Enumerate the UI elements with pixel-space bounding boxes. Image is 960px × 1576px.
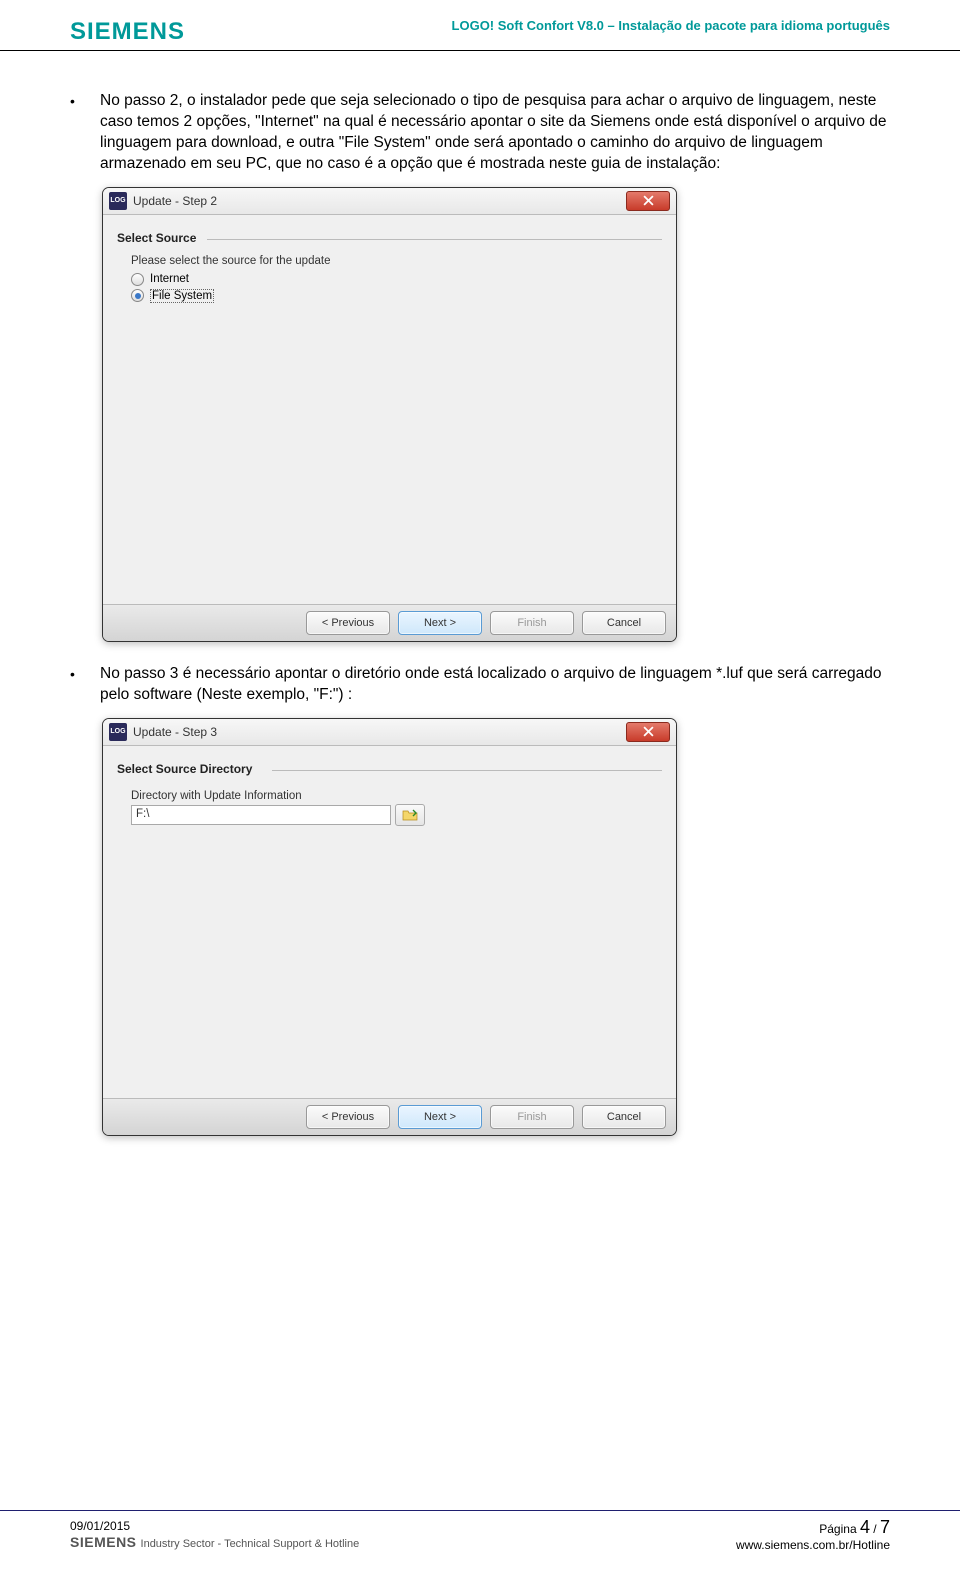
footer-division: Industry Sector - Technical Support & Ho… [141,1538,360,1550]
titlebar: LOG Update - Step 2 [103,188,676,215]
instruction-text: Please select the source for the update [131,255,662,267]
cancel-button[interactable]: Cancel [582,1105,666,1129]
radio-icon [131,273,144,286]
finish-button[interactable]: Finish [490,611,574,635]
close-button[interactable] [626,191,670,211]
close-icon [643,726,654,737]
dialog-body: Select Source Directory Directory with U… [103,746,676,1098]
button-bar: < Previous Next > Finish Cancel [103,1098,676,1135]
dialog-body: Select Source Please select the source f… [103,215,676,604]
paragraph-1: No passo 2, o instalador pede que seja s… [100,91,890,175]
select-dir-group: Select Source Directory Directory with U… [117,762,662,826]
radio-filesystem-label: File System [150,289,214,303]
directory-input[interactable]: F:\ [131,805,391,825]
radio-filesystem[interactable]: File System [131,289,662,303]
titlebar: LOG Update - Step 3 [103,719,676,746]
update-step2-dialog: LOG Update - Step 2 Select Source Please… [102,187,677,642]
paragraph-2: No passo 3 é necessário apontar o diretó… [100,664,890,706]
group-title: Select Source Directory [117,762,252,776]
group-title: Select Source [117,231,196,245]
button-bar: < Previous Next > Finish Cancel [103,604,676,641]
app-icon: LOG [109,192,127,210]
close-icon [643,195,654,206]
previous-button[interactable]: < Previous [306,611,390,635]
bullet-dot: • [70,664,100,706]
next-button[interactable]: Next > [398,1105,482,1129]
page-header: SIEMENS LOGO! Soft Confort V8.0 – Instal… [0,0,960,51]
dialog-title: Update - Step 3 [133,725,217,739]
update-step3-dialog: LOG Update - Step 3 Select Source Direct… [102,718,677,1136]
radio-internet[interactable]: Internet [131,273,662,286]
bullet-item: • No passo 3 é necessário apontar o dire… [70,664,890,706]
select-source-group: Select Source Please select the source f… [117,231,662,303]
radio-icon [131,289,144,302]
browse-button[interactable] [395,804,425,826]
footer-url: www.siemens.com.br/Hotline [736,1538,890,1552]
radio-internet-label: Internet [150,273,189,285]
app-icon: LOG [109,723,127,741]
bullet-item: • No passo 2, o instalador pede que seja… [70,91,890,175]
folder-open-icon [402,808,419,822]
page-content: • No passo 2, o instalador pede que seja… [0,51,960,1136]
close-button[interactable] [626,722,670,742]
page-footer: 09/01/2015 SIEMENS Industry Sector - Tec… [0,1510,960,1552]
finish-button[interactable]: Finish [490,1105,574,1129]
next-button[interactable]: Next > [398,611,482,635]
footer-date: 09/01/2015 [70,1519,359,1533]
dialog-title: Update - Step 2 [133,194,217,208]
footer-logo: SIEMENS [70,1534,137,1550]
page-indicator: Página 4 / 7 [736,1517,890,1538]
directory-label: Directory with Update Information [131,790,662,802]
bullet-dot: • [70,91,100,175]
doc-title: LOGO! Soft Confort V8.0 – Instalação de … [452,18,890,33]
previous-button[interactable]: < Previous [306,1105,390,1129]
cancel-button[interactable]: Cancel [582,611,666,635]
siemens-logo: SIEMENS [70,18,185,46]
